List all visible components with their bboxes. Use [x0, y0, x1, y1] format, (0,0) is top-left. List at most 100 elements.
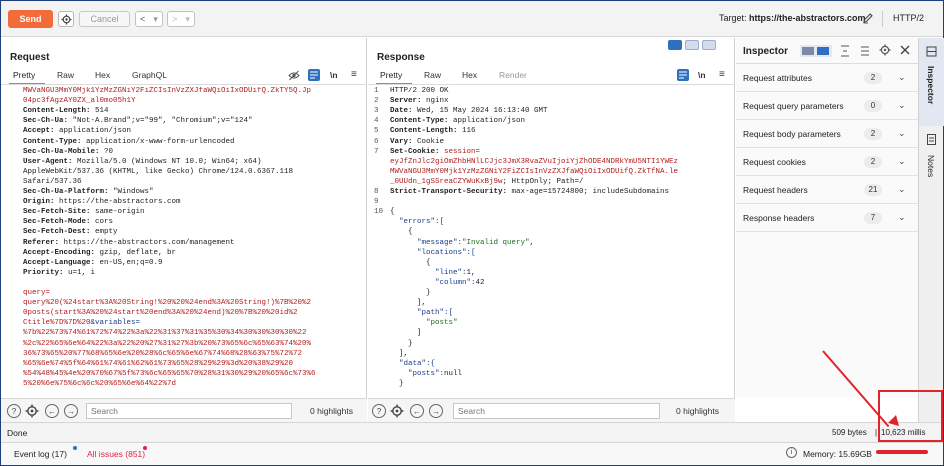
gear-icon[interactable] [879, 44, 891, 56]
help-icon[interactable]: ? [372, 404, 386, 418]
sort-icon[interactable] [860, 44, 870, 58]
code-token: "column": [390, 278, 476, 287]
inspector-row-request-cookies[interactable]: Request cookies 2 ⌄ [736, 148, 918, 176]
request-tab-hex[interactable]: Hex [95, 70, 110, 80]
code-token: 0posts(start%3A%20%24start%20end%3A%20%2… [23, 309, 298, 318]
request-tab-graphql[interactable]: GraphQL [132, 70, 167, 80]
request-menu-icon[interactable]: ≡ [351, 69, 357, 80]
code-text: MWVaNGU3MmY0Mjk1YzMzZGNiY2FiZCIsInVzZXJf… [390, 168, 678, 176]
newline-toggle[interactable]: \n [330, 70, 338, 80]
event-log-link[interactable]: Event log (17) [14, 449, 67, 459]
inspector-row-request-body-parameters[interactable]: Request body parameters 2 ⌄ [736, 120, 918, 148]
previous-match-button[interactable]: ← [45, 404, 59, 418]
line-number: 8 [374, 188, 379, 196]
code-text: Server: nginx [390, 97, 449, 105]
edit-target-icon[interactable] [862, 12, 874, 24]
layout-side-by-side-button[interactable] [668, 40, 682, 50]
inspector-row-label: Response headers [743, 213, 815, 223]
align-icon[interactable] [840, 44, 850, 58]
code-token: Referer: [23, 238, 64, 247]
cancel-button[interactable]: Cancel [79, 11, 130, 27]
response-menu-icon[interactable]: ≡ [719, 69, 725, 80]
response-tab-pretty[interactable]: Pretty [380, 70, 402, 80]
response-search-input[interactable] [453, 403, 660, 419]
response-tab-render[interactable]: Render [499, 70, 527, 80]
code-text: } [390, 289, 431, 297]
code-text: Sec-Ch-Ua-Mobile: ?0 [23, 148, 113, 156]
inspector-row-response-headers[interactable]: Response headers 7 ⌄ [736, 204, 918, 232]
code-token: Sec-Fetch-Mode: [23, 218, 96, 227]
request-tab-raw[interactable]: Raw [57, 70, 74, 80]
code-token: _0UUdn_1gSSreaCZYWuKxBj9w [390, 177, 503, 186]
next-match-button[interactable]: → [64, 404, 78, 418]
inspector-view-toggle[interactable] [800, 45, 832, 57]
code-token: same-origin [95, 208, 145, 217]
code-token: Wed, 15 May 2024 16:13:40 GMT [417, 107, 548, 116]
response-viewer[interactable]: 1 HTTP/2 200 OK 2 Server: nginx 3 Date: Wed, … [368, 87, 734, 397]
inspector-row-request-headers[interactable]: Request headers 21 ⌄ [736, 176, 918, 204]
code-token: 5%20%6e%75%6c%6c%20%65%6e%64%22%7d [23, 379, 177, 388]
all-issues-link[interactable]: All issues (851) [87, 449, 145, 459]
inspector-list-view[interactable] [802, 47, 814, 55]
side-tab-inspector[interactable]: Inspector [919, 38, 944, 126]
code-text: "errors":[ [390, 218, 444, 226]
code-text: eyJfZnJlc2giOmZhbHNlLCJjc3JmX3RvaZVuIjoi… [390, 158, 678, 166]
wrap-lines-toggle[interactable] [308, 69, 320, 81]
code-token: %65%6e%74%5f%64%61%74%61%62%61%73%65%28%… [23, 359, 294, 368]
code-token: query= [23, 289, 51, 297]
close-icon[interactable] [900, 45, 910, 55]
footer-bar: Event log (17) All issues (851) i Memory… [1, 442, 943, 465]
help-icon[interactable]: ? [7, 404, 21, 418]
layout-tabs-button[interactable] [702, 40, 716, 50]
code-text: "locations":[ [390, 249, 476, 257]
response-size: 509 bytes [832, 428, 867, 437]
code-text: Origin: https://the-abstractors.com [23, 198, 181, 206]
code-text: { [390, 208, 395, 216]
code-text: Sec-Fetch-Dest: empty [23, 228, 118, 236]
request-editor[interactable]: MWVaNGU3MmY0Mjk1YzMzZGNiY2FiZCIsInVzZXJf… [1, 87, 366, 397]
code-token: ], [390, 349, 409, 358]
inspector-grid-view[interactable] [817, 47, 829, 55]
forward-history-dropdown[interactable]: ▾ [185, 14, 190, 25]
response-tab-hex[interactable]: Hex [462, 70, 477, 80]
gear-icon[interactable] [390, 404, 404, 418]
code-text: query%20(%24start%3A%20String!%20%20%24e… [23, 299, 311, 307]
code-token: "errors":[ [390, 218, 445, 227]
code-text: 0posts(start%3A%20%24start%20end%3A%20%2… [23, 309, 298, 317]
previous-match-button[interactable]: ← [410, 404, 424, 418]
inspector-row-count: 2 [864, 128, 882, 140]
http-version[interactable]: HTTP/2 [893, 13, 924, 23]
response-tab-raw[interactable]: Raw [424, 70, 441, 80]
back-button[interactable]: < ▾ [135, 11, 163, 27]
back-history-dropdown[interactable]: ▾ [153, 14, 158, 25]
target-label: Target: https://the-abstractors.com [719, 13, 866, 23]
code-text: Content-Length: 116 [390, 127, 476, 135]
forward-button[interactable]: > ▾ [167, 11, 195, 27]
chevron-down-icon: ⌄ [898, 184, 906, 194]
code-token: ?0 [104, 147, 114, 156]
response-wrap-toggle[interactable] [677, 69, 689, 81]
code-token: eyJfZnJlc2giOmZhbHNlLCJjc3JmX3RvaZVuIjoi… [390, 157, 679, 166]
request-search-input[interactable] [86, 403, 292, 419]
eye-off-icon[interactable] [288, 70, 300, 81]
request-tab-pretty[interactable]: Pretty [13, 70, 35, 80]
code-token: Sec-Ch-Ua: [23, 117, 73, 126]
code-token: "locations":[ [390, 248, 476, 257]
send-button[interactable]: Send [8, 10, 53, 28]
line-number: 10 [374, 208, 384, 217]
chevron-down-icon: ⌄ [898, 156, 906, 166]
response-newline-toggle[interactable]: \n [698, 70, 706, 80]
layout-stacked-button[interactable] [685, 40, 699, 50]
code-text: Vary: Cookie [390, 138, 444, 146]
memory-usage: Memory: 15.69GB [803, 449, 872, 459]
side-tab-notes[interactable]: Notes [919, 128, 944, 198]
code-token: Ctitle%7D%7D%20 [23, 319, 91, 328]
next-match-button[interactable]: → [429, 404, 443, 418]
gear-icon[interactable] [25, 404, 39, 418]
inspector-row-request-query-parameters[interactable]: Request query parameters 0 ⌄ [736, 92, 918, 120]
inspector-row-request-attributes[interactable]: Request attributes 2 ⌄ [736, 64, 918, 92]
request-tab-separator [1, 84, 366, 85]
inspector-row-label: Request cookies [743, 157, 806, 167]
info-icon[interactable]: i [786, 447, 797, 458]
settings-button[interactable] [58, 11, 74, 27]
